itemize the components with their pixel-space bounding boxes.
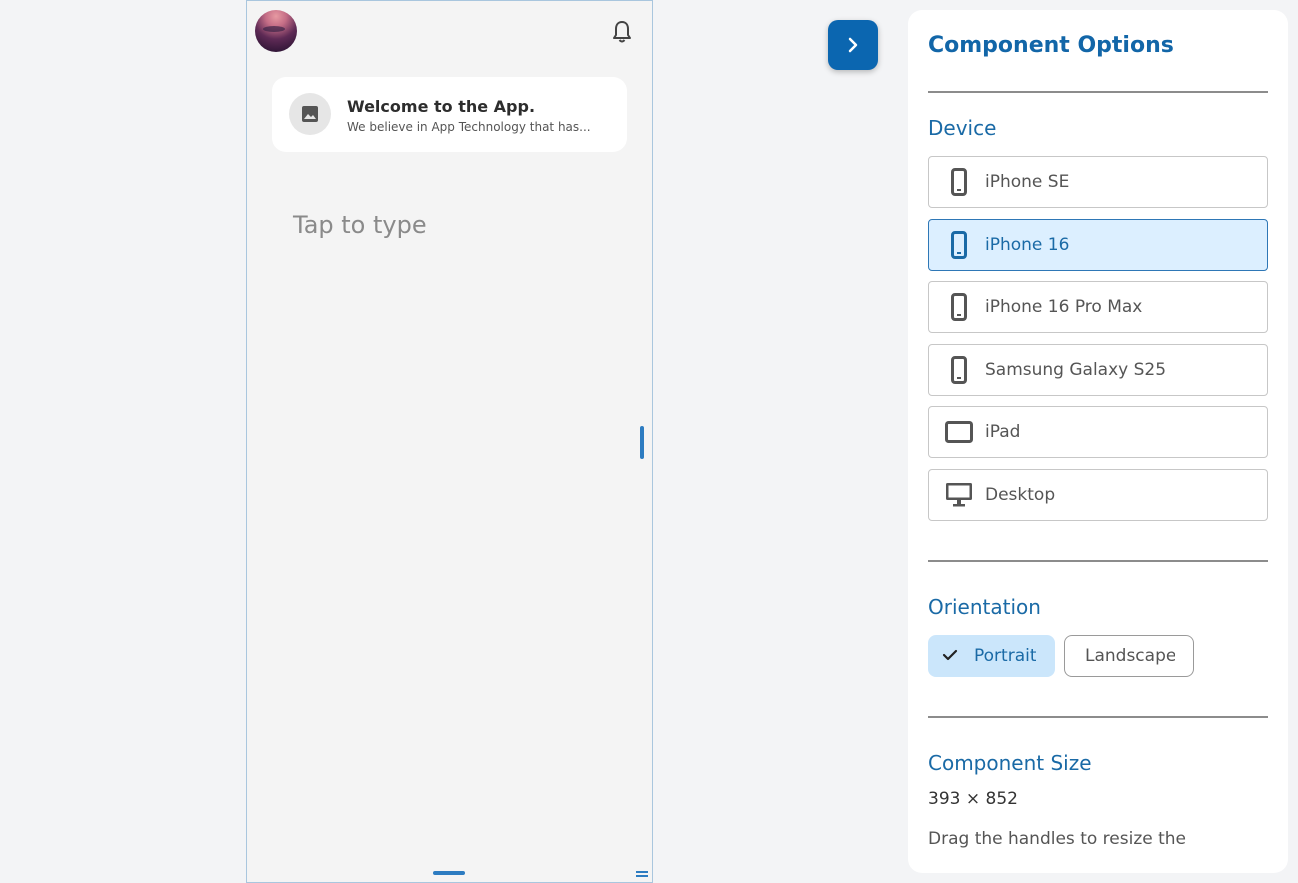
resize-hint-text: Drag the handles to resize the	[928, 829, 1187, 849]
device-option-iphone-16[interactable]: iPhone 16	[928, 219, 1268, 271]
text-input-placeholder[interactable]: Tap to type	[293, 211, 427, 239]
resize-handle-bottom[interactable]	[433, 871, 465, 875]
device-option-samsung-galaxy-s25[interactable]: Samsung Galaxy S25	[928, 344, 1268, 396]
component-options-panel: Component Options Device iPhone SE iPhon…	[908, 10, 1288, 873]
device-label: Desktop	[985, 485, 1056, 505]
component-size-heading: Component Size	[928, 751, 1092, 775]
welcome-card[interactable]: Welcome to the App. We believe in App Te…	[272, 77, 627, 152]
device-label: iPhone 16 Pro Max	[985, 297, 1143, 317]
device-option-iphone-se[interactable]: iPhone SE	[928, 156, 1268, 208]
orientation-portrait-chip[interactable]: Portrait	[928, 635, 1055, 677]
divider	[928, 560, 1268, 562]
phone-preview-frame: Welcome to the App. We believe in App Te…	[246, 0, 653, 883]
divider	[928, 716, 1268, 718]
phone-icon	[943, 355, 975, 385]
phone-icon	[943, 167, 975, 197]
resize-handle-right[interactable]	[640, 426, 644, 459]
device-label: iPad	[985, 422, 1021, 442]
panel-title: Component Options	[928, 33, 1174, 58]
device-label: iPhone SE	[985, 172, 1070, 192]
resize-handle-corner[interactable]	[636, 871, 648, 878]
card-title: Welcome to the App.	[347, 97, 536, 116]
phone-icon	[943, 292, 975, 322]
device-option-iphone-16-pro-max[interactable]: iPhone 16 Pro Max	[928, 281, 1268, 333]
avatar[interactable]	[255, 10, 297, 52]
phone-icon	[943, 230, 975, 260]
component-size-value: 393 × 852	[928, 789, 1018, 809]
chevron-right-icon	[848, 37, 858, 53]
divider	[928, 91, 1268, 93]
orientation-section-heading: Orientation	[928, 595, 1041, 619]
image-placeholder-icon	[289, 93, 331, 135]
device-option-desktop[interactable]: Desktop	[928, 469, 1268, 521]
desktop-icon	[943, 480, 975, 510]
portrait-label: Portrait	[974, 646, 1036, 666]
card-subtitle: We believe in App Technology that has...	[347, 120, 591, 134]
device-section-heading: Device	[928, 116, 997, 140]
tablet-icon	[943, 417, 975, 447]
collapse-panel-button[interactable]	[828, 20, 878, 70]
landscape-label: Landscape	[1085, 646, 1175, 666]
device-label: Samsung Galaxy S25	[985, 360, 1167, 380]
device-option-ipad[interactable]: iPad	[928, 406, 1268, 458]
check-icon	[942, 647, 958, 667]
orientation-landscape-chip[interactable]: Landscape	[1064, 635, 1194, 677]
bell-icon[interactable]	[611, 20, 633, 44]
device-label: iPhone 16	[985, 235, 1070, 255]
